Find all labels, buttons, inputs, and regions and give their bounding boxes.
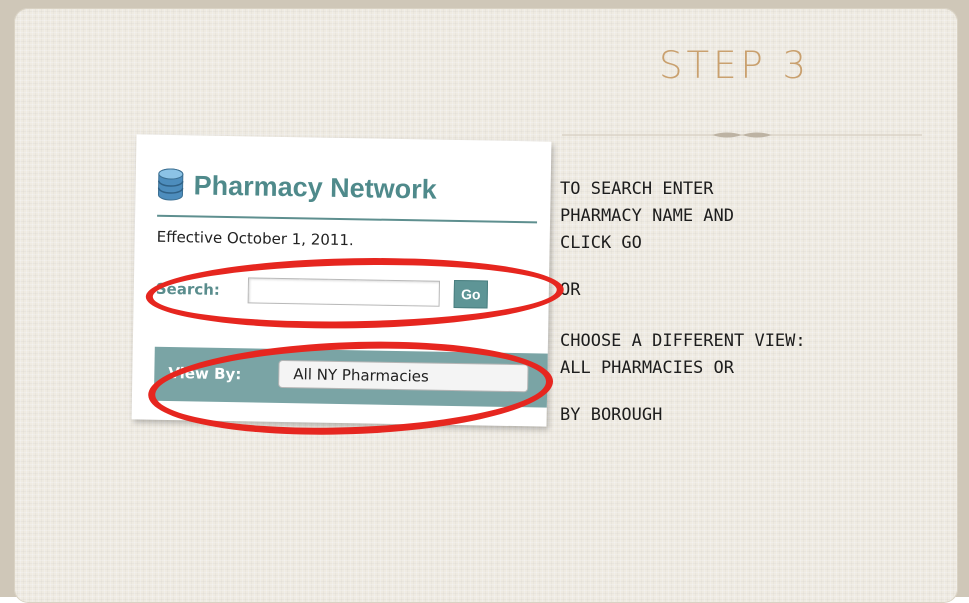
screenshot-content: Pharmacy Network Effective October 1, 20… [132, 134, 552, 426]
effective-date: Effective October 1, 2011. [156, 227, 354, 250]
view-instructions: CHOOSE A DIFFERENT VIEW: ALL PHARMACIES … [560, 328, 940, 382]
embedded-screenshot: Pharmacy Network Effective October 1, 20… [131, 134, 565, 442]
view-by-select[interactable]: All NY Pharmacies [278, 359, 529, 393]
slide-frame: STEP 3 TO SEARCH ENTER PHARMACY NAME AND… [0, 0, 969, 603]
instruction-line: PHARMACY NAME AND [560, 206, 734, 226]
search-instructions: TO SEARCH ENTER PHARMACY NAME AND CLICK … [560, 176, 940, 257]
search-input[interactable] [247, 277, 441, 307]
slide: STEP 3 TO SEARCH ENTER PHARMACY NAME AND… [14, 8, 958, 603]
view-by-label: View By: [168, 363, 242, 384]
instruction-line: ALL PHARMACIES OR [560, 358, 734, 378]
instruction-line: CLICK GO [560, 233, 642, 253]
or-separator: OR [560, 280, 581, 300]
instructions: TO SEARCH ENTER PHARMACY NAME AND CLICK … [560, 176, 940, 449]
search-label: Search: [155, 279, 221, 299]
search-row: Search: Go [156, 273, 489, 311]
step-title: STEP 3 [659, 44, 811, 87]
instruction-line: CHOOSE A DIFFERENT VIEW: [560, 331, 806, 351]
borough-instruction: BY BOROUGH [560, 405, 663, 425]
pharmacy-network-title: Pharmacy Network [193, 169, 437, 205]
go-button[interactable]: Go [453, 279, 489, 309]
ornamental-divider [562, 132, 922, 138]
database-icon [157, 168, 184, 201]
pharmacy-network-header: Pharmacy Network [157, 165, 437, 210]
header-rule [157, 214, 538, 224]
view-by-band: View By: All NY Pharmacies [153, 346, 550, 408]
instruction-line: TO SEARCH ENTER [560, 179, 714, 199]
